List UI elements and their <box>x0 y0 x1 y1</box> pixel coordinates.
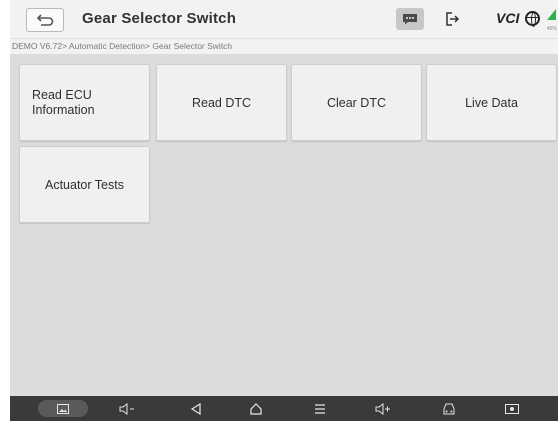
back-button[interactable] <box>26 8 64 32</box>
volume-up-button[interactable] <box>373 400 393 417</box>
exit-icon <box>446 12 459 26</box>
system-nav-bar <box>10 396 558 421</box>
screen-record-button[interactable] <box>502 400 522 417</box>
globe-icon[interactable] <box>525 11 540 27</box>
nav-back-button[interactable] <box>186 400 206 417</box>
breadcrumb: DEMO V6.72> Automatic Detection> Gear Se… <box>10 38 558 54</box>
battery-icon <box>547 9 558 20</box>
actuator-tests-button[interactable]: Actuator Tests <box>19 146 150 223</box>
exit-button[interactable] <box>438 8 466 30</box>
clear-dtc-button[interactable]: Clear DTC <box>291 64 422 141</box>
header-bar: Gear Selector Switch VCI 45% <box>10 0 558 38</box>
volume-down-button[interactable] <box>117 400 137 417</box>
message-button[interactable] <box>396 8 424 30</box>
back-arrow-icon <box>36 14 54 26</box>
back-icon <box>190 402 201 415</box>
gallery-button[interactable] <box>38 400 88 417</box>
read-ecu-information-button[interactable]: Read ECU Information <box>19 64 150 141</box>
screen-record-icon <box>505 403 519 414</box>
battery-percent: 45% <box>547 26 558 32</box>
menu-icon <box>315 403 325 414</box>
app-window: Gear Selector Switch VCI 45% DEMO V6.72>… <box>10 0 558 421</box>
gallery-icon <box>57 403 69 414</box>
volume-up-icon <box>375 402 390 415</box>
home-button[interactable] <box>246 400 266 417</box>
volume-down-icon <box>119 402 134 415</box>
live-data-button[interactable]: Live Data <box>426 64 557 141</box>
car-scan-icon <box>443 403 455 414</box>
message-icon <box>403 14 417 25</box>
menu-button[interactable] <box>310 400 330 417</box>
home-icon <box>250 402 262 415</box>
vci-status[interactable]: VCI <box>496 10 519 26</box>
car-scan-button[interactable] <box>439 400 459 417</box>
page-title: Gear Selector Switch <box>82 10 237 27</box>
read-dtc-button[interactable]: Read DTC <box>156 64 287 141</box>
